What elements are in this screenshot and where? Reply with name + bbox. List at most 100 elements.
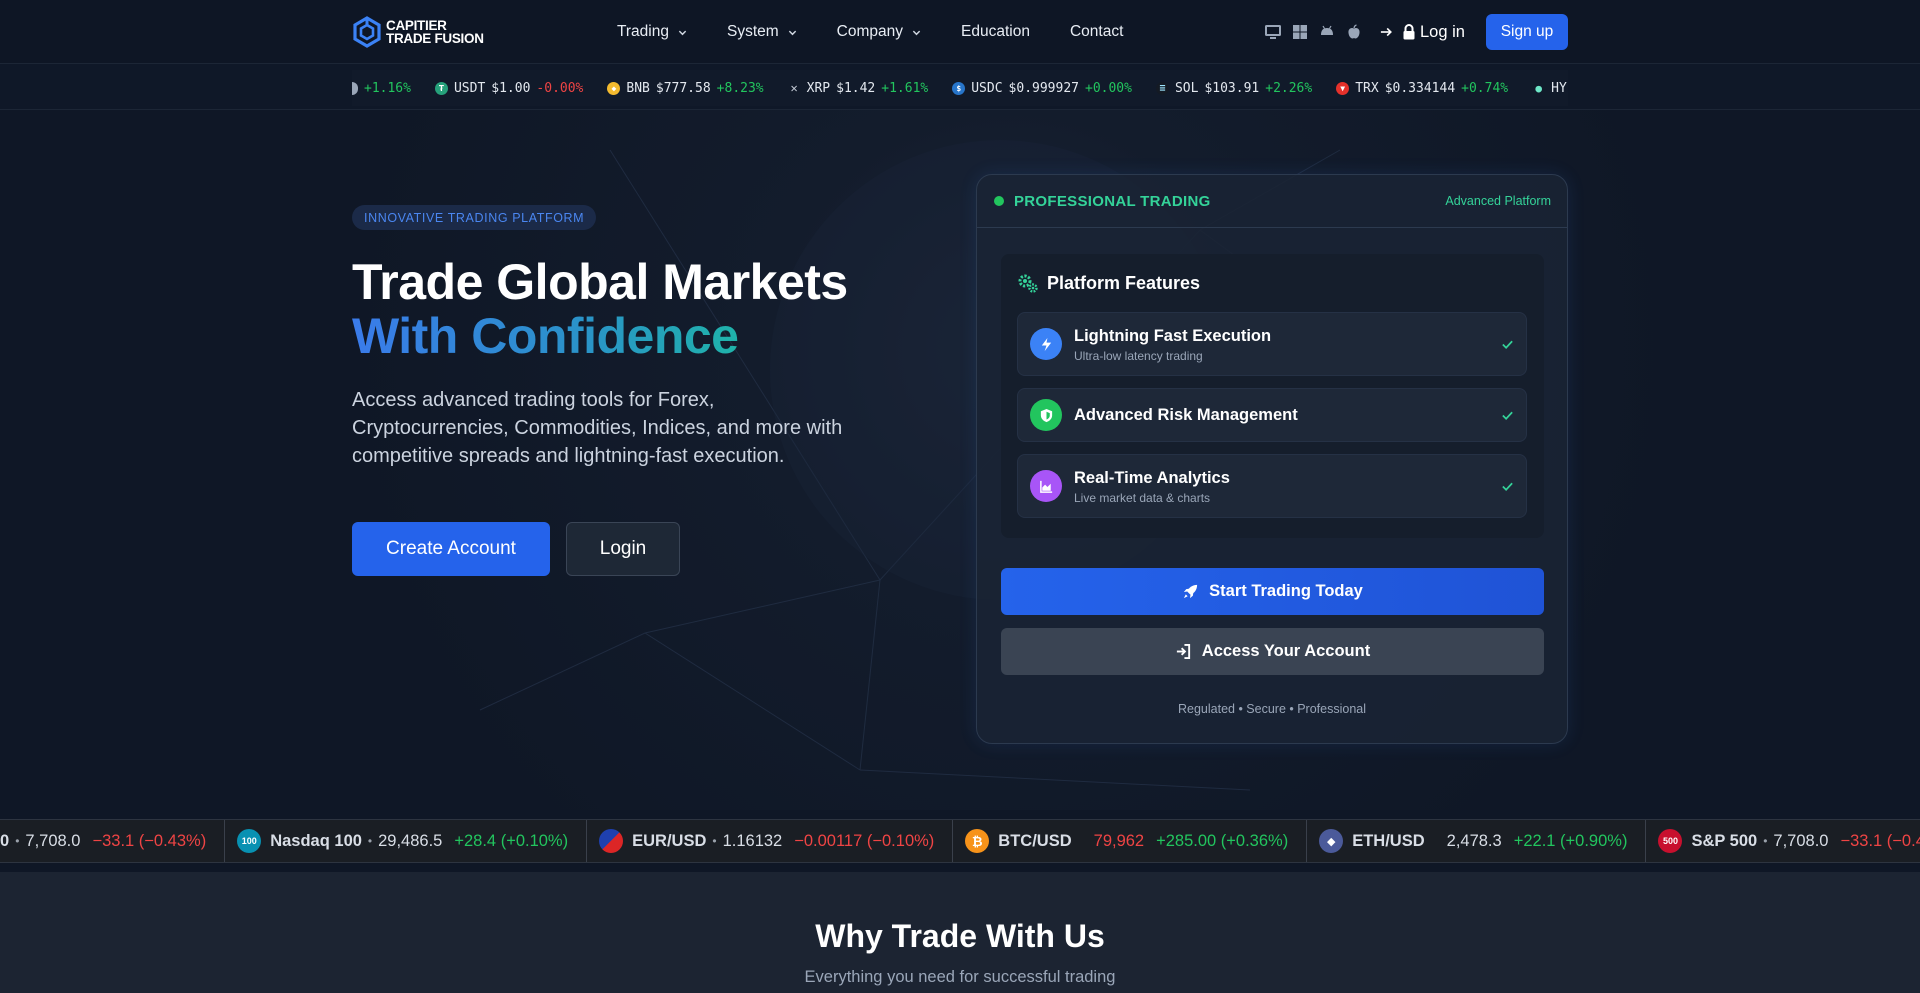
feature-sub: Live market data & charts: [1074, 491, 1211, 505]
ticker-item[interactable]: ✕ XRP $1.42 +1.61%: [788, 81, 929, 96]
sp500-icon: 500: [1658, 829, 1683, 853]
ticker-item[interactable]: ◆ BNB $777.58 +8.23%: [607, 80, 764, 96]
market-symbol: BTC/USD: [998, 831, 1072, 850]
market-ticker-item[interactable]: 100 Nasdaq 100 • 29,486.5 +28.4 (+0.10%): [225, 820, 588, 862]
market-price: 79,962: [1093, 831, 1145, 850]
feature-item-execution: Lightning Fast Execution Ultra-low laten…: [1017, 312, 1527, 376]
start-trading-button[interactable]: Start Trading Today: [1001, 568, 1544, 615]
bnb-icon: ◆: [607, 81, 621, 95]
desktop-icon[interactable]: [1264, 23, 1282, 41]
windows-icon[interactable]: [1291, 23, 1309, 41]
ticker-symbol: TRX: [1355, 80, 1379, 96]
tron-icon: ▼: [1336, 81, 1350, 95]
market-ticker-widget: 0 • 7,708.0 −33.1 (−0.43%) 100 Nasdaq 10…: [0, 819, 1920, 863]
market-price: 7,708.0: [25, 831, 81, 850]
menu-label: System: [726, 23, 779, 40]
ticker-item[interactable]: ▼ TRX $0.334144 +0.74%: [1336, 81, 1508, 96]
signup-button[interactable]: Sign up: [1486, 14, 1568, 50]
ticker-price: $103.91: [1204, 80, 1260, 96]
market-change: +22.1 (+0.90%): [1513, 831, 1628, 850]
lock-icon: [1403, 24, 1415, 40]
usdc-icon: $: [952, 81, 966, 95]
market-ticker-item[interactable]: 500 S&P 500 • 7,708.0 −33.1 (−0.43%): [1646, 820, 1920, 862]
separator-dot: •: [367, 834, 373, 848]
ticker-item[interactable]: +1.16%: [352, 81, 411, 96]
ticker-price: $1.00: [491, 80, 531, 96]
market-symbol: Nasdaq 100: [270, 831, 362, 850]
market-change: +285.00 (+0.36%): [1156, 831, 1289, 850]
sign-in-arrow-icon: [1380, 27, 1392, 37]
menu-contact[interactable]: Contact: [1070, 23, 1123, 41]
market-ticker-item[interactable]: EUR/USD • 1.16132 −0.00117 (−0.10%): [587, 820, 954, 862]
market-price: 29,486.5: [378, 831, 443, 850]
chevron-down-icon: [912, 30, 921, 35]
card-header: PROFESSIONAL TRADING Advanced Platform: [977, 175, 1567, 228]
nav-login-link[interactable]: Log in: [1380, 23, 1465, 42]
ticker-symbol: USDC: [971, 80, 1003, 96]
chart-area-icon: [1030, 470, 1062, 502]
ticker-item[interactable]: ₮ USDT $1.00 -0.00%: [434, 80, 584, 96]
menu-label: Education: [961, 23, 1030, 40]
platform-card: PROFESSIONAL TRADING Advanced Platform P…: [976, 174, 1568, 744]
features-panel: Platform Features Lightning Fast Executi…: [1001, 254, 1544, 538]
separator-dot: •: [1763, 834, 1768, 848]
menu-trading[interactable]: Trading: [617, 23, 687, 41]
check-icon: [1502, 411, 1513, 420]
chevron-down-icon: [678, 30, 687, 35]
separator-dot: •: [15, 834, 20, 848]
bolt-icon: [1030, 328, 1062, 360]
market-price: 1.16132: [722, 831, 783, 850]
tether-icon: ₮: [434, 81, 448, 95]
hero-login-button[interactable]: Login: [566, 522, 680, 576]
menu-system[interactable]: System: [727, 23, 797, 41]
nav-actions: Log in: [1264, 0, 1465, 64]
ticker-item[interactable]: $ USDC $0.999927 +0.00%: [952, 81, 1132, 96]
rocket-icon: [1184, 584, 1198, 599]
separator-dot: •: [712, 834, 717, 848]
market-ticker-item[interactable]: 0 • 7,708.0 −33.1 (−0.43%): [0, 820, 226, 862]
ticker-change: +1.16%: [364, 80, 411, 96]
solana-icon: ≡: [1155, 81, 1169, 95]
eur-usd-flag-icon: [599, 829, 624, 853]
access-account-button[interactable]: Access Your Account: [1001, 628, 1544, 675]
top-navbar: CAPITIER TRADE FUSION Trading System Com…: [0, 0, 1920, 64]
feature-name: Lightning Fast Execution: [1074, 327, 1272, 345]
ticker-change: +8.23%: [716, 80, 764, 96]
market-change: +28.4 (+0.10%): [454, 831, 569, 850]
ticker-change: -0.00%: [536, 80, 584, 96]
crypto-ticker: +1.16% ₮ USDT $1.00 -0.00% ◆ BNB $777.58…: [352, 70, 1568, 106]
create-account-button[interactable]: Create Account: [352, 522, 550, 576]
ticker-change: +2.26%: [1265, 80, 1313, 96]
access-account-label: Access Your Account: [1201, 642, 1371, 660]
market-ticker-item[interactable]: ₿ BTC/USD 79,962 +285.00 (+0.36%): [953, 820, 1308, 862]
sign-in-icon: [1176, 643, 1190, 660]
hero-section: INNOVATIVE TRADING PLATFORM Trade Global…: [0, 110, 1920, 810]
ticker-price: $0.334144: [1384, 80, 1456, 96]
check-icon: [1502, 482, 1513, 491]
cogs-icon: [1018, 274, 1038, 293]
ticker-price: $0.999927: [1008, 80, 1079, 96]
hero-badge: INNOVATIVE TRADING PLATFORM: [352, 205, 597, 230]
brand-logo[interactable]: CAPITIER TRADE FUSION: [352, 15, 484, 49]
login-label: Log in: [1420, 22, 1465, 41]
bitcoin-icon: ₿: [965, 829, 990, 853]
hero-title-highlight: With Confidence: [352, 308, 739, 364]
start-trading-label: Start Trading Today: [1209, 582, 1363, 600]
chevron-down-icon: [788, 30, 796, 35]
apple-icon[interactable]: [1345, 23, 1363, 41]
market-price: 2,478.3: [1446, 831, 1502, 850]
menu-company[interactable]: Company: [837, 23, 921, 41]
hexagon-logo-icon: [353, 16, 381, 48]
android-icon[interactable]: [1318, 23, 1336, 41]
ticker-symbol: XRP: [806, 80, 831, 96]
ticker-item[interactable]: ● HYP: [1532, 81, 1568, 96]
ticker-symbol: HYP: [1551, 80, 1568, 96]
feature-item-analytics: Real-Time Analytics Live market data & c…: [1017, 454, 1527, 518]
coin-icon: [352, 81, 358, 95]
xrp-icon: ✕: [790, 81, 798, 95]
menu-label: Trading: [617, 23, 669, 40]
ticker-item[interactable]: ≡ SOL $103.91 +2.26%: [1155, 80, 1313, 96]
ethereum-icon: ◆: [1319, 829, 1344, 853]
market-ticker-item[interactable]: ◆ ETH/USD 2,478.3 +22.1 (+0.90%): [1307, 820, 1647, 862]
menu-education[interactable]: Education: [961, 23, 1030, 41]
